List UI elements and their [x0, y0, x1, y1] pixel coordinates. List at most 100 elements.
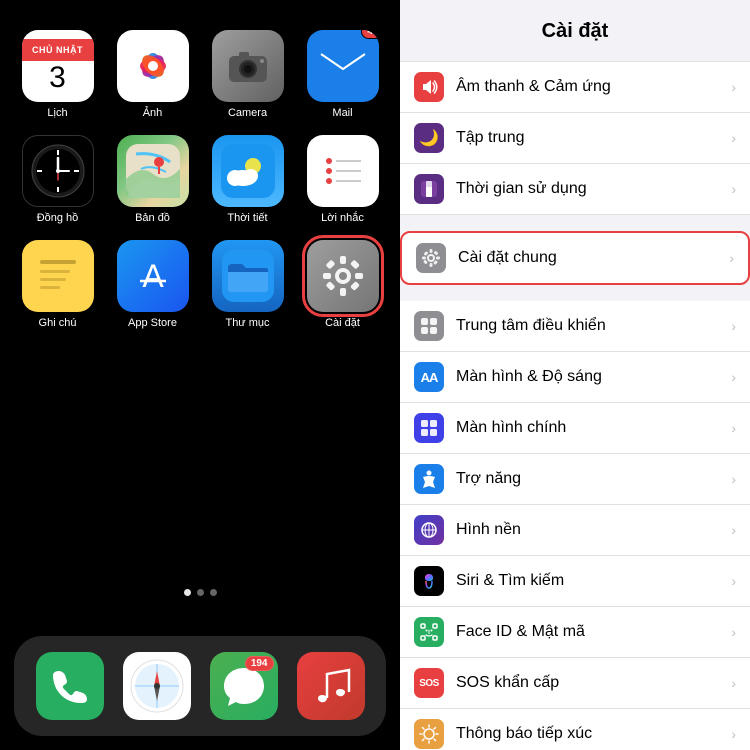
- app-notes[interactable]: Ghi chú: [18, 240, 97, 329]
- settings-item-general[interactable]: Cài đặt chung ›: [400, 231, 750, 285]
- exposure-chevron: ›: [731, 726, 736, 742]
- display-icon: AA: [414, 362, 444, 392]
- settings-item-sound[interactable]: Âm thanh & Cảm ứng ›: [400, 61, 750, 113]
- settings-item-sos[interactable]: SOS SOS khẩn cấp ›: [400, 658, 750, 709]
- camera-label: Camera: [228, 107, 267, 119]
- control-label: Trung tâm điều khiển: [456, 317, 723, 335]
- dock-messages[interactable]: 194: [210, 652, 278, 720]
- faceid-icon: [414, 617, 444, 647]
- photos-label: Ảnh: [143, 107, 163, 119]
- weather-icon: [212, 135, 284, 207]
- siri-icon: [414, 566, 444, 596]
- settings-item-screentime[interactable]: Thời gian sử dụng ›: [400, 164, 750, 215]
- mail-label: Mail: [332, 107, 352, 119]
- mail-badge: 41: [361, 30, 378, 39]
- svg-text:A: A: [142, 258, 164, 294]
- settings-list: Âm thanh & Cảm ứng › 🌙 Tập trung › Thời …: [400, 53, 750, 750]
- calendar-day: CHỦ NHẬT: [22, 39, 94, 61]
- app-camera[interactable]: Camera: [208, 30, 287, 119]
- app-photos[interactable]: Ảnh: [113, 30, 192, 119]
- maps-icon: [117, 135, 189, 207]
- page-dots: [0, 589, 400, 616]
- messages-icon: 194: [210, 652, 278, 720]
- accessibility-label: Trợ năng: [456, 470, 723, 488]
- dot-2: [197, 589, 204, 596]
- wallpaper-chevron: ›: [731, 522, 736, 538]
- siri-label: Siri & Tìm kiếm: [456, 572, 723, 590]
- settings-title: Cài đặt: [400, 0, 750, 53]
- homescreen-chevron: ›: [731, 420, 736, 436]
- display-chevron: ›: [731, 369, 736, 385]
- wallpaper-icon: [414, 515, 444, 545]
- focus-chevron: ›: [731, 130, 736, 146]
- clock-icon: [22, 135, 94, 207]
- screentime-chevron: ›: [731, 181, 736, 197]
- files-label: Thư mục: [225, 317, 269, 329]
- dock-phone[interactable]: [36, 652, 104, 720]
- settings-icon: [307, 240, 379, 312]
- settings-item-control[interactable]: Trung tâm điều khiển ›: [400, 301, 750, 352]
- general-label: Cài đặt chung: [458, 249, 721, 267]
- settings-label: Cài đặt: [325, 317, 360, 329]
- app-calendar[interactable]: CHỦ NHẬT 3 Lịch: [18, 30, 97, 119]
- sound-label: Âm thanh & Cảm ứng: [456, 78, 723, 96]
- dock: 194: [14, 636, 386, 736]
- dot-1: [184, 589, 191, 596]
- screentime-label: Thời gian sử dụng: [456, 180, 723, 198]
- siri-chevron: ›: [731, 573, 736, 589]
- homescreen-label: Màn hình chính: [456, 419, 723, 437]
- settings-item-wallpaper[interactable]: Hình nền ›: [400, 505, 750, 556]
- files-icon: [212, 240, 284, 312]
- app-maps[interactable]: Bản đồ: [113, 135, 192, 224]
- app-mail[interactable]: 41 Mail: [303, 30, 382, 119]
- app-settings[interactable]: Cài đặt: [303, 240, 382, 329]
- settings-item-siri[interactable]: Siri & Tìm kiếm ›: [400, 556, 750, 607]
- sos-icon: SOS: [414, 668, 444, 698]
- camera-icon: [212, 30, 284, 102]
- sound-chevron: ›: [731, 79, 736, 95]
- app-clock[interactable]: Đồng hồ: [18, 135, 97, 224]
- app-reminders[interactable]: Lời nhắc: [303, 135, 382, 224]
- photos-icon: [117, 30, 189, 102]
- control-chevron: ›: [731, 318, 736, 334]
- general-icon: [416, 243, 446, 273]
- screentime-icon: [414, 174, 444, 204]
- dock-music[interactable]: [297, 652, 365, 720]
- accessibility-chevron: ›: [731, 471, 736, 487]
- notes-icon: [22, 240, 94, 312]
- focus-label: Tập trung: [456, 129, 723, 147]
- focus-icon: 🌙: [414, 123, 444, 153]
- reminders-label: Lời nhắc: [321, 212, 364, 224]
- clock-label: Đồng hồ: [37, 212, 79, 224]
- app-weather[interactable]: Thời tiết: [208, 135, 287, 224]
- settings-item-focus[interactable]: 🌙 Tập trung ›: [400, 113, 750, 164]
- settings-item-display[interactable]: AA Màn hình & Độ sáng ›: [400, 352, 750, 403]
- sos-label: SOS khẩn cấp: [456, 674, 723, 692]
- app-appstore[interactable]: A App Store: [113, 240, 192, 329]
- settings-item-exposure[interactable]: Thông báo tiếp xúc ›: [400, 709, 750, 750]
- iphone-screen: CHỦ NHẬT 3 Lịch: [0, 0, 400, 750]
- home-grid: CHỦ NHẬT 3 Lịch: [0, 10, 400, 329]
- music-icon: [297, 652, 365, 720]
- faceid-chevron: ›: [731, 624, 736, 640]
- weather-label: Thời tiết: [227, 212, 267, 224]
- mail-icon: 41: [307, 30, 379, 102]
- dot-3: [210, 589, 217, 596]
- phone-icon: [36, 652, 104, 720]
- settings-item-accessibility[interactable]: Trợ năng ›: [400, 454, 750, 505]
- calendar-icon: CHỦ NHẬT 3: [22, 30, 94, 102]
- settings-item-homescreen[interactable]: Màn hình chính ›: [400, 403, 750, 454]
- sos-chevron: ›: [731, 675, 736, 691]
- notes-label: Ghi chú: [39, 317, 77, 329]
- wallpaper-label: Hình nền: [456, 521, 723, 539]
- reminders-icon: [307, 135, 379, 207]
- sound-icon: [414, 72, 444, 102]
- calendar-date: 3: [49, 63, 66, 93]
- faceid-label: Face ID & Mật mã: [456, 623, 723, 641]
- app-files[interactable]: Thư mục: [208, 240, 287, 329]
- settings-item-faceid[interactable]: Face ID & Mật mã ›: [400, 607, 750, 658]
- display-label: Màn hình & Độ sáng: [456, 368, 723, 386]
- maps-label: Bản đồ: [135, 212, 170, 224]
- appstore-label: App Store: [128, 317, 177, 329]
- dock-safari[interactable]: [123, 652, 191, 720]
